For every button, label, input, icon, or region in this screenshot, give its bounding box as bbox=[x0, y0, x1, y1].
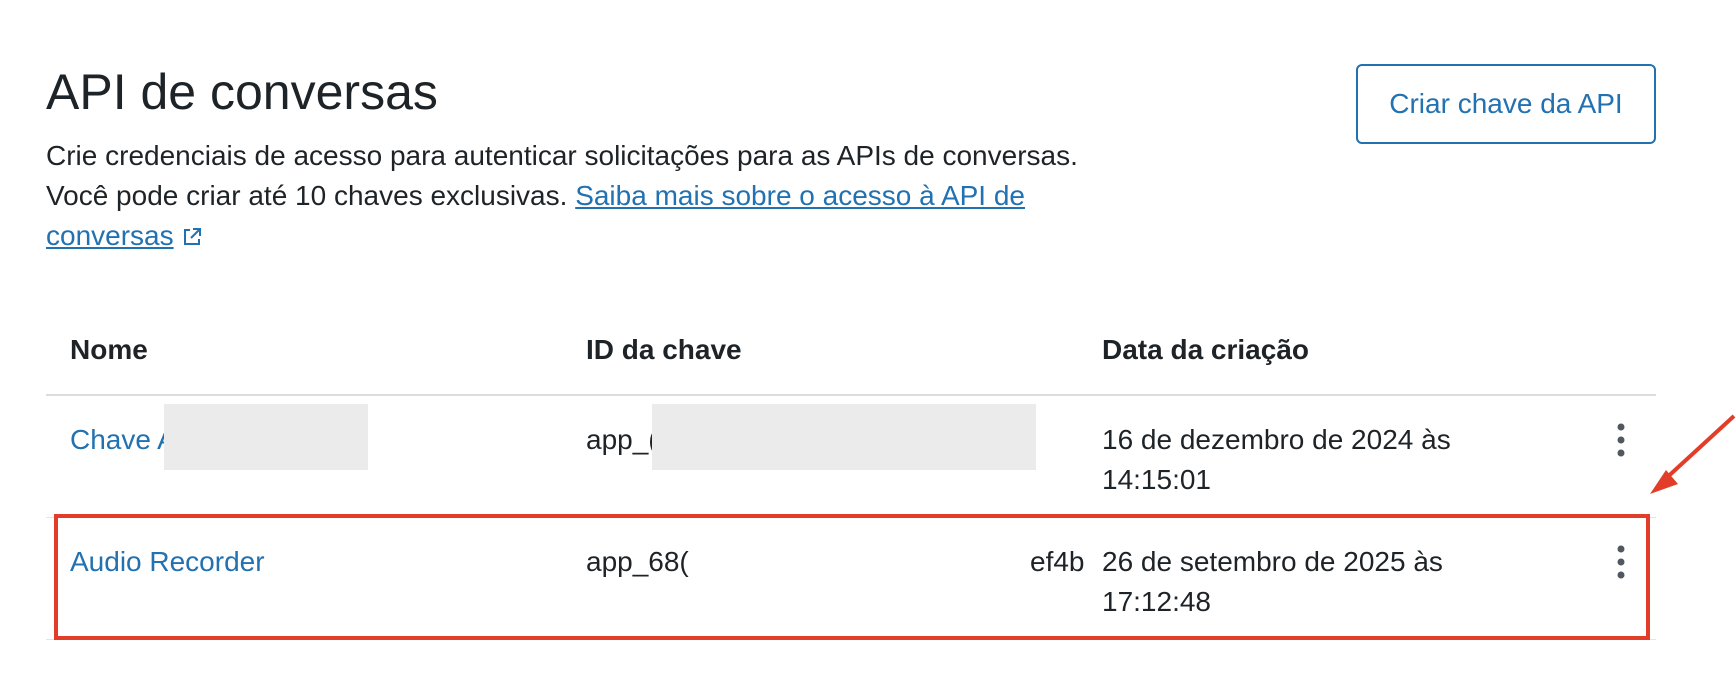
column-header-name[interactable]: Nome bbox=[70, 334, 148, 366]
row-actions-button[interactable] bbox=[1606, 540, 1636, 584]
page-description: Crie credenciais de acesso para autentic… bbox=[46, 136, 1136, 256]
key-id-value: app_( bbox=[586, 424, 658, 455]
created-date: 26 de setembro de 2025 às 17:12:48 bbox=[1102, 546, 1443, 617]
key-id-tail: ef4b bbox=[1030, 546, 1085, 577]
table-row: Audio Recorder app_68( ef4b 26 de setemb… bbox=[46, 518, 1656, 640]
created-date: 16 de dezembro de 2024 às 14:15:01 bbox=[1102, 424, 1451, 495]
key-id-value: app_68( bbox=[586, 546, 689, 577]
description-line-2: Você pode criar até 10 chaves exclusivas… bbox=[46, 180, 568, 211]
key-name-link[interactable]: Chave A bbox=[70, 420, 176, 460]
page-title: API de conversas bbox=[46, 64, 438, 120]
more-vertical-icon bbox=[1617, 545, 1625, 579]
row-actions-button[interactable] bbox=[1606, 418, 1636, 462]
redacted-key-id bbox=[652, 404, 1036, 470]
more-vertical-icon bbox=[1617, 423, 1625, 457]
table-header: Nome ID da chave Data da criação bbox=[46, 320, 1656, 396]
key-name-link[interactable]: Audio Recorder bbox=[70, 542, 265, 582]
api-keys-table: Nome ID da chave Data da criação Chave A… bbox=[46, 320, 1656, 640]
table-row: Chave A app_( 16 de dezembro de 2024 às … bbox=[46, 396, 1656, 518]
column-header-key-id[interactable]: ID da chave bbox=[586, 334, 742, 366]
create-api-key-button[interactable]: Criar chave da API bbox=[1356, 64, 1656, 144]
column-header-created[interactable]: Data da criação bbox=[1102, 334, 1482, 366]
redacted-name bbox=[164, 404, 368, 470]
external-link-icon bbox=[183, 228, 201, 245]
description-line-1: Crie credenciais de acesso para autentic… bbox=[46, 140, 1078, 171]
